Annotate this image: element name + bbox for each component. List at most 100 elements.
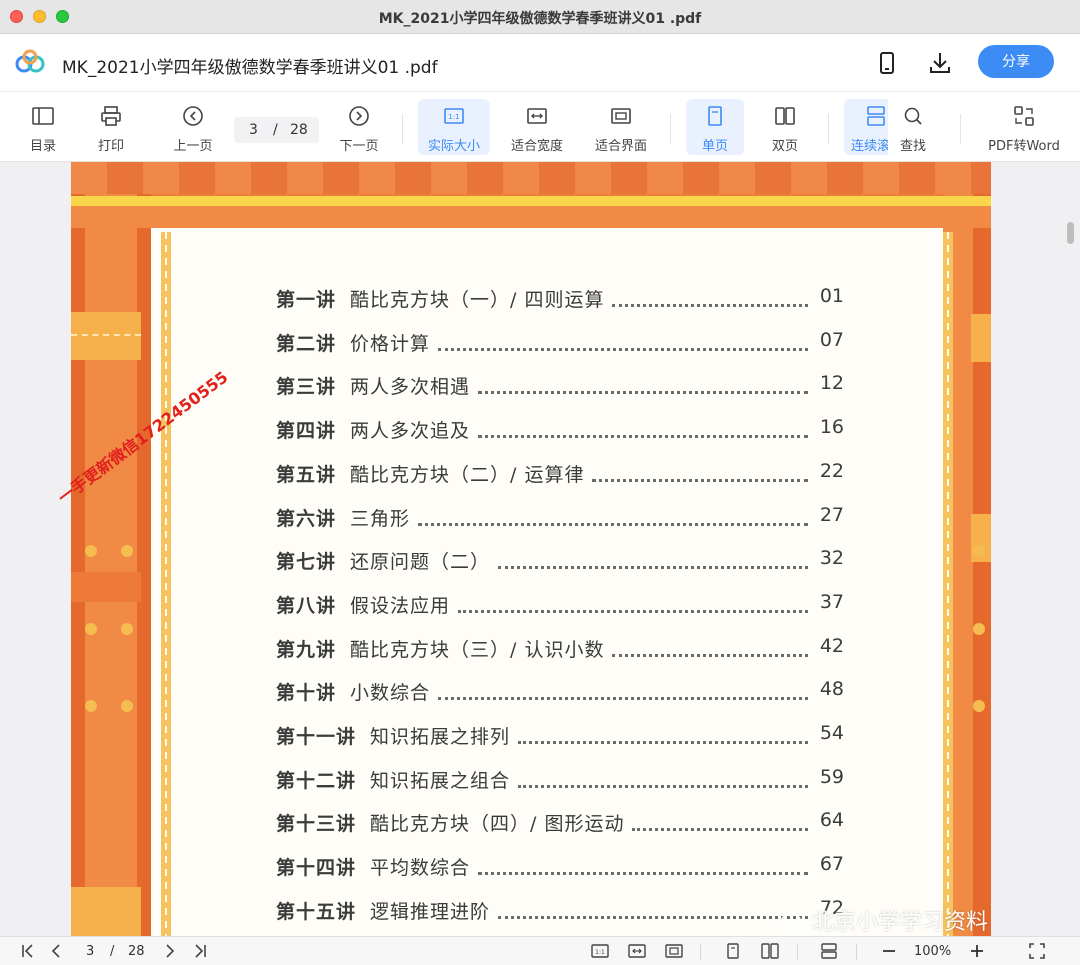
continuous-scroll-button[interactable]: 连续滚: [844, 99, 888, 155]
toc-entry[interactable]: 第六讲 三角形 27: [276, 502, 844, 532]
toc-lecture-number: 第五讲: [276, 463, 337, 486]
toc-page-number: 27: [819, 503, 844, 526]
printer-icon: [101, 106, 121, 126]
toc-entry[interactable]: 第八讲 假设法应用 37: [276, 589, 844, 619]
page-top-band: [71, 162, 991, 194]
zoom-level[interactable]: 100%: [914, 944, 951, 959]
toc-leader-dots: [438, 676, 808, 701]
page-number-input[interactable]: 3 / 28: [234, 117, 319, 143]
toc-entry[interactable]: 第四讲 两人多次追及 16: [276, 414, 844, 444]
status-divider: [856, 944, 857, 960]
toc-leader-dots: [612, 633, 808, 657]
prev-page-button[interactable]: 上一页: [164, 99, 222, 155]
toc-leader-dots: [438, 327, 808, 351]
toolbar-divider: [960, 114, 961, 144]
toc-entry[interactable]: 第一讲 酷比克方块（一）/ 四则运算 01: [276, 283, 844, 313]
svg-text:1:1: 1:1: [595, 949, 605, 956]
toc-lecture-title: 酷比克方块（一）/ 四则运算: [350, 289, 605, 311]
pdf-to-word-button[interactable]: PDF转Word: [982, 99, 1066, 155]
print-label: 打印: [97, 139, 124, 154]
status-page-current[interactable]: 3: [86, 944, 94, 959]
toc-page-number: 16: [819, 416, 844, 439]
page-side-block: [971, 314, 991, 362]
sheet-rail-left: [161, 232, 171, 936]
toc-entry[interactable]: 第十一讲 知识拓展之排列 54: [276, 720, 844, 750]
fullscreen-icon[interactable]: [1027, 942, 1047, 960]
actual-size-icon[interactable]: 1:1: [590, 942, 610, 960]
double-page-label: 双页: [771, 139, 798, 154]
fit-page-label: 适合界面: [594, 139, 647, 154]
pdf-page: 第一讲 酷比克方块（一）/ 四则运算 01 第二讲 价格计算 07 第三讲 两人多次相遇 12 第…: [71, 162, 991, 936]
toc-lecture-number: 第七讲: [276, 551, 337, 574]
find-button[interactable]: 查找: [888, 99, 938, 155]
page-total: 28: [290, 122, 308, 138]
vertical-scrollbar[interactable]: [1067, 222, 1074, 244]
toc-page-number: 64: [819, 809, 844, 832]
app-window: MK_2021小学四年级傲德数学春季班讲义01 .pdf MK_2021小学四年…: [0, 0, 1080, 965]
page-dot: [121, 623, 133, 635]
double-page-icon[interactable]: [760, 942, 780, 960]
toc-lecture-title: 小数综合: [350, 682, 431, 705]
prev-page-icon[interactable]: [46, 942, 66, 960]
toc-lecture-number: 第九讲: [276, 638, 337, 661]
single-page-icon[interactable]: [723, 942, 743, 960]
toc-leader-dots: [418, 502, 808, 526]
fit-page-icon[interactable]: [664, 942, 684, 960]
toc-label: 目录: [29, 139, 56, 154]
page-dot: [85, 623, 97, 635]
phone-icon[interactable]: [874, 50, 900, 76]
toc-leader-dots: [498, 895, 808, 919]
toc-lecture-number: 第一讲: [276, 289, 337, 311]
next-page-icon[interactable]: [160, 942, 180, 960]
sidebar-toc-icon: [32, 107, 54, 125]
actual-size-label: 实际大小: [427, 139, 480, 154]
page-separator: /: [273, 122, 278, 138]
toc-lecture-title: 价格计算: [350, 332, 431, 355]
continuous-scroll-icon[interactable]: [819, 942, 839, 960]
sheet-rail-right: [943, 232, 953, 936]
cloud-app-logo-icon: [15, 49, 45, 73]
last-page-icon[interactable]: [190, 942, 210, 960]
fit-width-button[interactable]: 适合宽度: [502, 99, 572, 155]
toc-page-number: 22: [819, 459, 844, 482]
fit-page-button[interactable]: 适合界面: [586, 99, 656, 155]
toc-lecture-number: 第十讲: [276, 682, 337, 705]
print-button[interactable]: 打印: [82, 99, 140, 155]
toc-entry[interactable]: 第九讲 酷比克方块（三）/ 认识小数 42: [276, 633, 844, 663]
download-icon[interactable]: [927, 50, 953, 76]
toolbar-divider: [402, 114, 403, 144]
page-side-block: [71, 572, 141, 602]
toc-entry[interactable]: 第七讲 还原问题（二） 32: [276, 545, 844, 575]
toc-lecture-number: 第三讲: [276, 376, 337, 399]
page-dot: [121, 545, 133, 557]
toc-entry[interactable]: 第二讲 价格计算 07: [276, 327, 844, 357]
share-button[interactable]: 分享: [978, 45, 1054, 78]
next-page-button[interactable]: 下一页: [330, 99, 388, 155]
actual-size-button[interactable]: 1:1 实际大小: [418, 99, 490, 155]
zoom-in-icon[interactable]: [967, 942, 987, 960]
toc-entry[interactable]: 第五讲 酷比克方块（二）/ 运算律 22: [276, 458, 844, 488]
toc-entry[interactable]: 第十四讲 平均数综合 67: [276, 851, 844, 881]
toc-entry[interactable]: 第十三讲 酷比克方块（四）/ 图形运动 64: [276, 807, 844, 837]
toc-lecture-number: 第二讲: [276, 332, 337, 355]
prev-page-label: 上一页: [173, 139, 213, 154]
toc-entry[interactable]: 第十二讲 知识拓展之组合 59: [276, 764, 844, 794]
document-viewer[interactable]: 第一讲 酷比克方块（一）/ 四则运算 01 第二讲 价格计算 07 第三讲 两人多次相遇 12 第…: [0, 162, 1080, 936]
page-stripe: [137, 162, 151, 936]
first-page-icon[interactable]: [18, 942, 38, 960]
wechat-watermark-text: 北京小学学习资料: [812, 910, 989, 935]
toc-entry[interactable]: 第十讲 小数综合 48: [276, 676, 844, 706]
fit-width-icon[interactable]: [627, 942, 647, 960]
double-page-button[interactable]: 双页: [756, 99, 814, 155]
single-page-icon: [708, 106, 722, 126]
pdf-to-word-label: PDF转Word: [988, 139, 1060, 154]
double-page-icon: [775, 107, 795, 125]
toc-button[interactable]: 目录: [14, 99, 72, 155]
toc-entry[interactable]: 第十五讲 逻辑推理进阶 72: [276, 895, 844, 925]
toc-page-number: 54: [819, 722, 844, 744]
convert-icon: [1014, 106, 1034, 126]
single-page-button[interactable]: 单页: [686, 99, 744, 155]
zoom-out-icon[interactable]: [879, 942, 899, 960]
toc-entry[interactable]: 第三讲 两人多次相遇 12: [276, 370, 844, 400]
page-side-block: [71, 887, 141, 936]
